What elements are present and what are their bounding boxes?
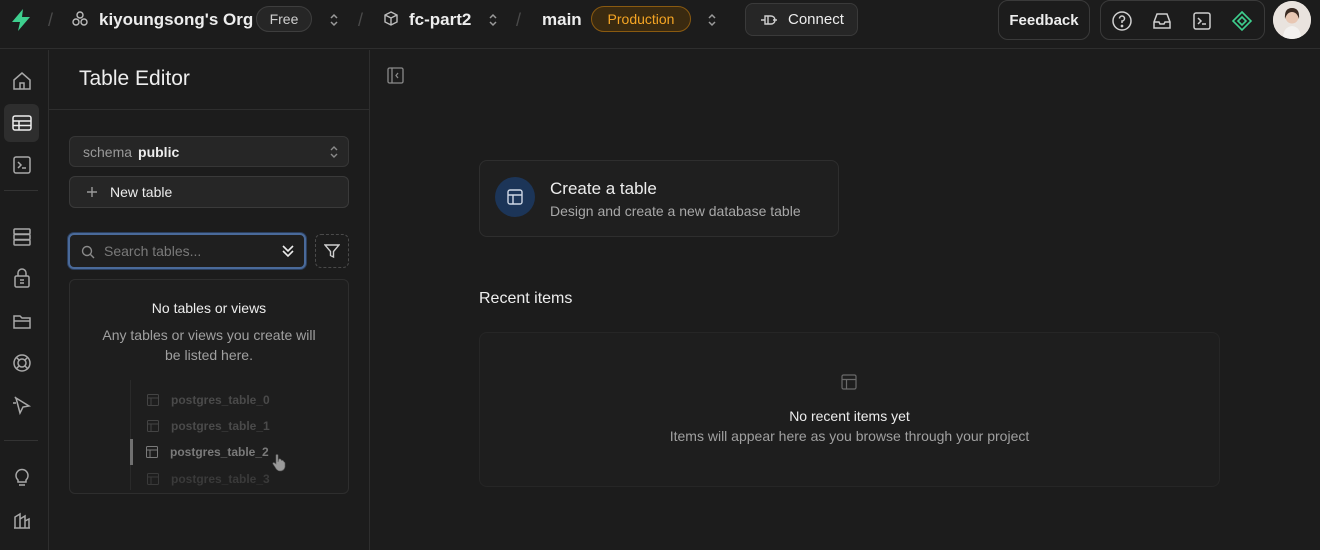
rail-edge-functions[interactable] [4,386,39,424]
environment-badge: Production [591,6,691,32]
schema-label: schema [83,143,133,160]
search-tables-field [68,233,306,269]
filter-icon [324,244,340,259]
rail-home[interactable] [4,62,39,100]
connect-label: Connect [788,11,844,28]
reports-icon [13,512,30,529]
empty-tables-state: No tables or views Any tables or views y… [69,279,349,494]
table-icon [146,446,158,458]
plan-badge: Free [256,6,312,32]
breadcrumb-separator: / [516,10,522,30]
rail-database[interactable] [4,218,39,256]
top-bar: / kiyoungsong's Org Free / fc-part2 / ma… [0,0,1320,49]
table-icon [147,394,159,406]
recent-items-empty-state: No recent items yet Items will appear he… [479,332,1220,487]
feedback-button[interactable]: Feedback [998,0,1090,40]
rail-auth[interactable] [4,259,39,297]
edge-functions-icon [12,396,31,416]
hand-cursor-icon [272,454,286,472]
search-icon [81,245,95,259]
project-cube-icon [384,11,398,26]
empty-title: No tables or views [151,300,267,316]
connect-button[interactable]: Connect [745,3,858,36]
rail-storage[interactable] [4,302,39,340]
rail-table-editor[interactable] [4,104,39,142]
home-icon [12,72,31,90]
divider [49,109,369,110]
avatar[interactable] [1273,1,1311,39]
ghost-table-list: postgres_table_0 postgres_table_1 postgr… [130,380,280,490]
plus-icon [87,187,97,197]
ghost-table-row: postgres_table_3 [131,466,281,492]
ghost-table-row-highlighted: postgres_table_2 [130,439,280,465]
chevrons-down-icon[interactable] [280,243,296,259]
new-table-label: New table [110,184,173,200]
breadcrumb-separator: / [358,10,364,30]
storage-icon [12,315,31,329]
left-rail [0,50,49,550]
recent-empty-description: Items will appear here as you browse thr… [669,428,1030,444]
rail-realtime[interactable] [4,344,39,382]
table-icon [841,374,857,390]
org-icon [72,11,88,26]
collapse-sidebar-icon[interactable] [387,67,404,84]
chevron-updown-icon[interactable] [328,12,340,28]
new-table-button[interactable]: New table [69,176,349,208]
ghost-table-row: postgres_table_0 [131,387,281,413]
recent-items-heading: Recent items [479,290,573,307]
feedback-label: Feedback [1009,11,1079,29]
table-editor-panel: Table Editor schema public New table No … [49,50,370,550]
plug-icon [761,14,777,25]
org-name[interactable]: kiyoungsong's Org [99,10,253,30]
chevron-updown-icon [330,146,338,158]
schema-selector[interactable]: schema public [69,136,349,167]
chevron-updown-icon[interactable] [706,12,718,28]
branch-name[interactable]: main [542,10,582,30]
table-icon [147,473,159,485]
project-name[interactable]: fc-part2 [409,10,471,30]
ghost-table-name: postgres_table_1 [171,419,270,433]
create-table-icon-wrap [495,177,535,217]
help-icon[interactable] [1111,10,1133,32]
table-editor-icon [11,115,32,131]
terminal-icon[interactable] [1191,10,1213,32]
panel-title: Table Editor [79,67,190,90]
search-tables-input[interactable] [104,242,264,260]
realtime-icon [12,354,31,372]
chevron-updown-icon[interactable] [487,12,499,28]
table-icon [507,189,523,205]
database-icon [12,228,31,246]
ghost-table-name: postgres_table_2 [170,445,269,459]
create-table-card[interactable]: Create a table Design and create a new d… [479,160,839,237]
schema-value: public [138,143,180,160]
inbox-icon[interactable] [1151,10,1173,32]
supabase-logo-icon[interactable] [8,7,34,33]
ghost-table-name: postgres_table_3 [171,472,270,486]
recent-empty-title: No recent items yet [789,408,910,424]
breadcrumb-separator: / [48,10,54,30]
main-content: Create a table Design and create a new d… [370,50,1320,550]
create-table-title: Create a table [550,179,657,198]
rail-divider [4,440,38,441]
empty-description: Any tables or views you create will be l… [102,327,316,363]
create-table-description: Design and create a new database table [550,203,801,219]
auth-icon [13,268,30,288]
rail-divider [4,190,38,191]
rail-sql-editor[interactable] [4,146,39,184]
ghost-table-row: postgres_table_1 [131,413,281,439]
rail-reports[interactable] [4,501,39,539]
top-actions-group [1100,0,1265,40]
table-icon [147,420,159,432]
advisors-icon [14,468,29,486]
rail-advisors[interactable] [4,458,39,496]
ghost-table-name: postgres_table_0 [171,393,270,407]
assistant-icon[interactable] [1231,10,1253,32]
filter-button[interactable] [315,234,349,268]
sql-editor-icon [12,156,31,174]
